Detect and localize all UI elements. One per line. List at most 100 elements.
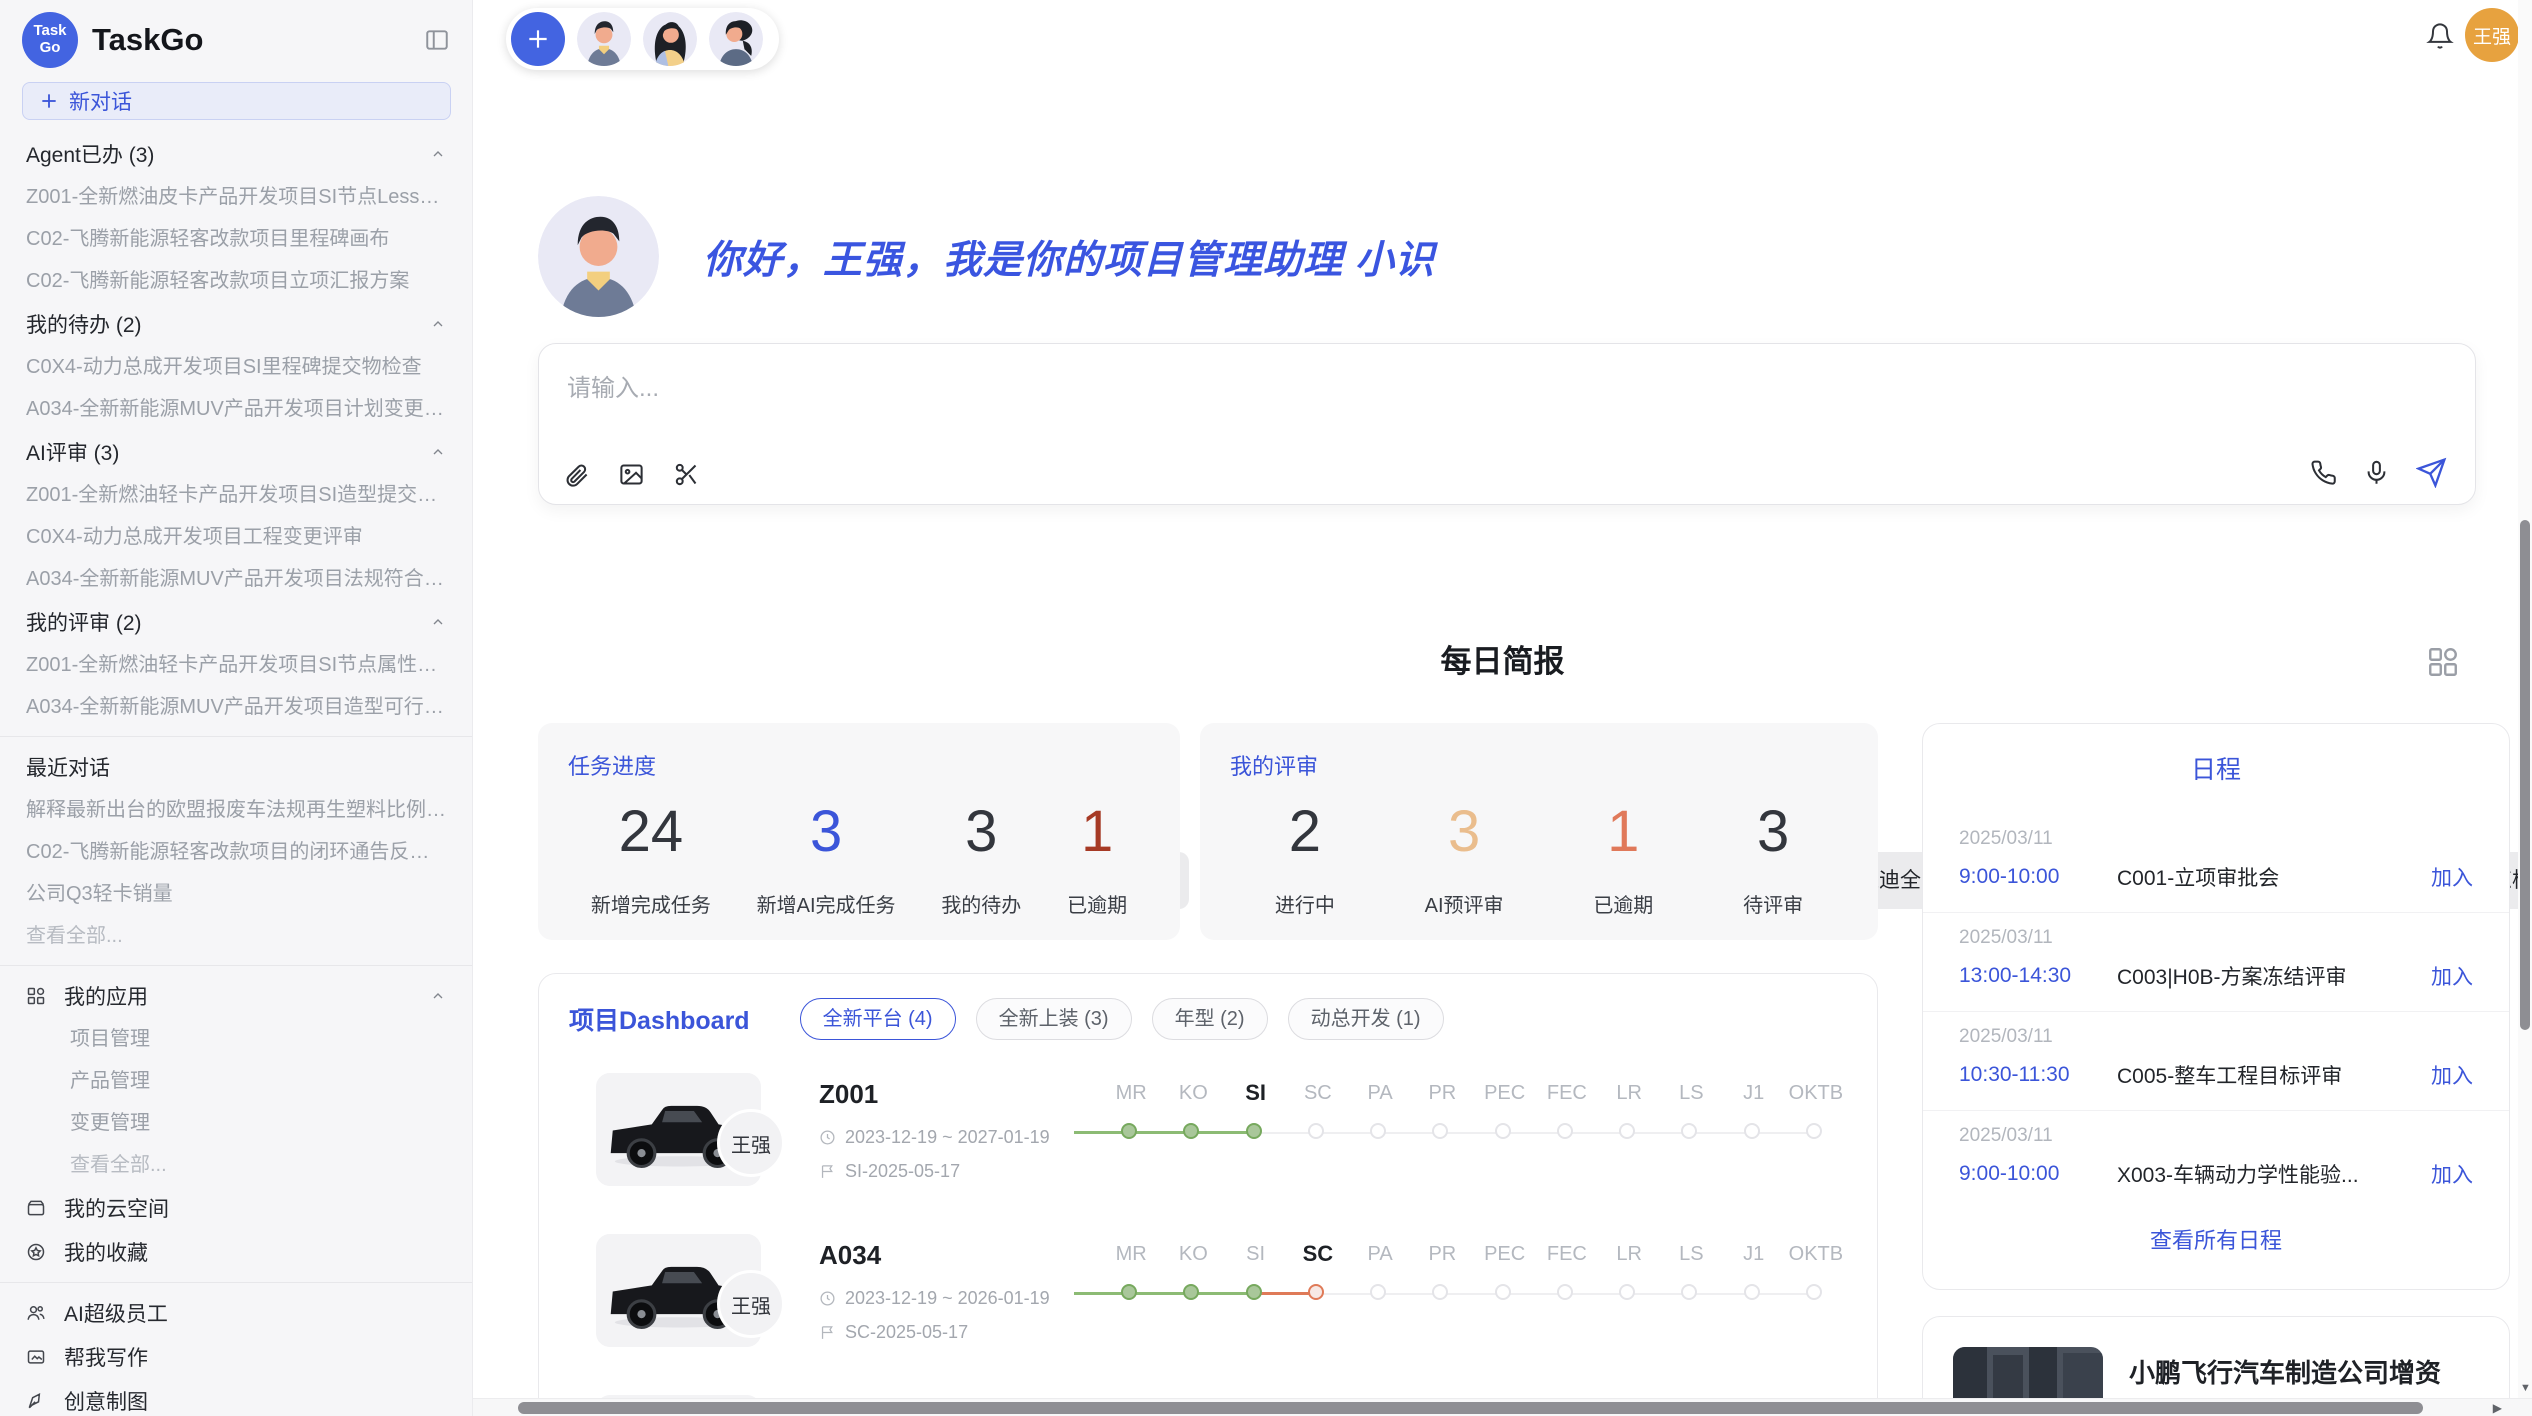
image-icon[interactable] <box>618 461 645 488</box>
app-link-item[interactable]: 变更管理 <box>0 1102 472 1144</box>
schedule-card: 日程 2025/03/119:00-10:00C001-立项审批会加入2025/… <box>1922 723 2510 1290</box>
female-dark-top-avatar[interactable] <box>709 12 763 66</box>
apps-view-all[interactable]: 查看全部... <box>0 1144 472 1186</box>
view-all-schedule-link[interactable]: 查看所有日程 <box>1923 1223 2509 1255</box>
app-link-item[interactable]: 项目管理 <box>0 1018 472 1060</box>
sidebar-section-header-3[interactable]: 我的评审 (2) <box>0 600 472 644</box>
event-line: 9:00-10:00X003-车辆动力学性能验...加入 <box>1959 1159 2473 1189</box>
recent-conversation-item[interactable]: C02-飞腾新能源轻客改款项目的闭环通告反馈情况 <box>0 831 472 873</box>
join-meeting-link[interactable]: 加入 <box>2431 961 2473 991</box>
sidebar-task-item[interactable]: A034-全新新能源MUV产品开发项目造型可行性评审 <box>0 686 472 728</box>
session-switcher <box>506 8 779 70</box>
milestone-timeline: MRKOSISCPAPRPECFECLRLSJ1OKTB <box>1100 1073 1847 1207</box>
sidebar-task-item[interactable]: C0X4-动力总成开发项目工程变更评审 <box>0 516 472 558</box>
new-chat-button[interactable]: 新对话 <box>22 82 451 120</box>
milestone-dot-sc <box>1308 1284 1324 1300</box>
sidebar-item-cloud-space[interactable]: 我的云空间 <box>0 1186 472 1230</box>
join-meeting-link[interactable]: 加入 <box>2431 1159 2473 1189</box>
scissors-icon[interactable] <box>673 461 700 488</box>
recent-view-all[interactable]: 查看全部... <box>0 915 472 957</box>
event-date: 2025/03/11 <box>1959 927 2473 949</box>
sidebar-item-write-helper[interactable]: 帮我写作 <box>0 1335 472 1379</box>
users-icon <box>26 1303 46 1323</box>
clock-icon <box>819 1290 836 1307</box>
stat-value: 1 <box>1067 803 1127 861</box>
sidebar-task-item[interactable]: A034-全新新能源MUV产品开发项目计划变更表编写 <box>0 388 472 430</box>
recent-list: 解释最新出台的欧盟报废车法规再生塑料比例被调至15%...C02-飞腾新能源轻客… <box>0 789 472 915</box>
sidebar-task-item[interactable]: Z001-全新燃油轻卡产品开发项目SI节点属性5D文件评审 <box>0 644 472 686</box>
sidebar-task-item[interactable]: A034-全新新能源MUV产品开发项目法规符合性评审 <box>0 558 472 600</box>
scroll-down-arrow-icon[interactable]: ▼ <box>2520 1382 2531 1394</box>
sidebar-task-item[interactable]: Z001-全新燃油皮卡产品开发项目SI节点Lesson Learn报告 <box>0 176 472 218</box>
event-time: 13:00-14:30 <box>1959 964 2117 988</box>
project-dates-text: 2023-12-19 ~ 2026-01-19 <box>845 1288 1050 1309</box>
dashboard-tab-3[interactable]: 动总开发 (1) <box>1288 998 1444 1040</box>
owner-avatar: 王强 <box>717 1270 785 1338</box>
event-time: 9:00-10:00 <box>1959 1162 2117 1186</box>
stat-card-title: 我的评审 <box>1230 749 1848 781</box>
dashboard-tab-2[interactable]: 年型 (2) <box>1152 998 1268 1040</box>
dashboard-tab-0[interactable]: 全新平台 (4) <box>800 998 956 1040</box>
section-title: 我的待办 (2) <box>26 309 142 339</box>
sidebar-task-item[interactable]: C02-飞腾新能源轻客改款项目里程碑画布 <box>0 218 472 260</box>
stat-item: 2进行中 <box>1275 803 1335 918</box>
join-meeting-link[interactable]: 加入 <box>2431 1060 2473 1090</box>
sidebar-task-item[interactable]: C02-飞腾新能源轻客改款项目立项汇报方案 <box>0 260 472 302</box>
user-avatar[interactable]: 王强 <box>2465 8 2519 62</box>
sidebar-task-item[interactable]: C0X4-动力总成开发项目SI里程碑提交物检查 <box>0 346 472 388</box>
dashboard-tab-1[interactable]: 全新上装 (3) <box>976 998 1132 1040</box>
project-milestone-flag: SI-2025-05-17 <box>819 1161 1064 1182</box>
sidebar-task-item[interactable]: Z001-全新燃油轻卡产品开发项目SI造型提交物评审 <box>0 474 472 516</box>
female-long-hair-avatar[interactable] <box>643 12 697 66</box>
sidebar-task-sections: Agent已办 (3)Z001-全新燃油皮卡产品开发项目SI节点Lesson L… <box>0 132 472 728</box>
user-name: 王强 <box>2473 22 2511 49</box>
chat-input[interactable] <box>539 344 2475 504</box>
scroll-right-arrow-icon[interactable]: ▶ <box>2493 1401 2502 1415</box>
male-avatar[interactable] <box>577 12 631 66</box>
sidebar-section-header-2[interactable]: AI评审 (3) <box>0 430 472 474</box>
project-dates-text: 2023-12-19 ~ 2027-01-19 <box>845 1127 1050 1148</box>
bell-icon[interactable] <box>2426 22 2454 50</box>
project-dates: 2023-12-19 ~ 2026-01-19 <box>819 1288 1064 1309</box>
milestone-dot-si <box>1246 1284 1262 1300</box>
chevron-up-icon <box>430 146 446 162</box>
vertical-scrollbar-thumb[interactable] <box>2520 520 2530 1030</box>
sidebar-item-creative-draw[interactable]: 创意制图 <box>0 1379 472 1416</box>
project-flag-text: SC-2025-05-17 <box>845 1322 968 1343</box>
horizontal-scrollbar-thumb[interactable] <box>518 1402 2423 1414</box>
send-icon[interactable] <box>2416 457 2447 488</box>
add-session-button[interactable] <box>511 12 565 66</box>
stat-value: 3 <box>1743 803 1803 861</box>
app-link-item[interactable]: 产品管理 <box>0 1060 472 1102</box>
project-dashboard-card: 项目Dashboard 全新平台 (4)全新上装 (3)年型 (2)动总开发 (… <box>538 973 1878 1416</box>
timeline-done-line <box>1074 1131 1256 1134</box>
sidebar-item-favorites[interactable]: 我的收藏 <box>0 1230 472 1274</box>
sidebar-section-recent[interactable]: 最近对话 <box>0 745 472 789</box>
sidebar-item-ai-employee[interactable]: AI超级员工 <box>0 1291 472 1335</box>
recent-conversation-item[interactable]: 公司Q3轻卡销量 <box>0 873 472 915</box>
recent-conversation-item[interactable]: 解释最新出台的欧盟报废车法规再生塑料比例被调至15%... <box>0 789 472 831</box>
sidebar-item-my-apps[interactable]: 我的应用 <box>0 974 472 1018</box>
milestone-label-sc: SC <box>1287 1082 1349 1105</box>
news-title: 小鹏飞行汽车制造公司增资 <box>2129 1353 2479 1390</box>
project-row[interactable]: 王强A0342023-12-19 ~ 2026-01-19SC-2025-05-… <box>596 1234 1847 1368</box>
milestone-dot-j1 <box>1744 1123 1760 1139</box>
sidebar-collapse-icon[interactable] <box>424 27 450 53</box>
milestone-dot-j1 <box>1744 1284 1760 1300</box>
sidebar-section-header-0[interactable]: Agent已办 (3) <box>0 132 472 176</box>
paperclip-icon[interactable] <box>563 461 590 488</box>
chevron-up-icon <box>430 988 446 1004</box>
stat-value: 2 <box>1275 803 1335 861</box>
event-line: 9:00-10:00C001-立项审批会加入 <box>1959 862 2473 892</box>
pen-nib-icon <box>26 1391 46 1411</box>
sidebar: Task Go TaskGo 新对话 Agent已办 (3)Z001-全新燃油皮… <box>0 0 473 1416</box>
mic-icon[interactable] <box>2363 459 2390 486</box>
app-title: TaskGo <box>92 22 203 58</box>
sidebar-section-header-1[interactable]: 我的待办 (2) <box>0 302 472 346</box>
phone-icon[interactable] <box>2310 459 2337 486</box>
event-title: C005-整车工程目标评审 <box>2117 1060 2431 1090</box>
project-row[interactable]: 王强Z0012023-12-19 ~ 2027-01-19SI-2025-05-… <box>596 1073 1847 1207</box>
join-meeting-link[interactable]: 加入 <box>2431 862 2473 892</box>
layout-grid-icon[interactable] <box>2425 644 2461 680</box>
milestone-label-ls: LS <box>1660 1243 1722 1266</box>
